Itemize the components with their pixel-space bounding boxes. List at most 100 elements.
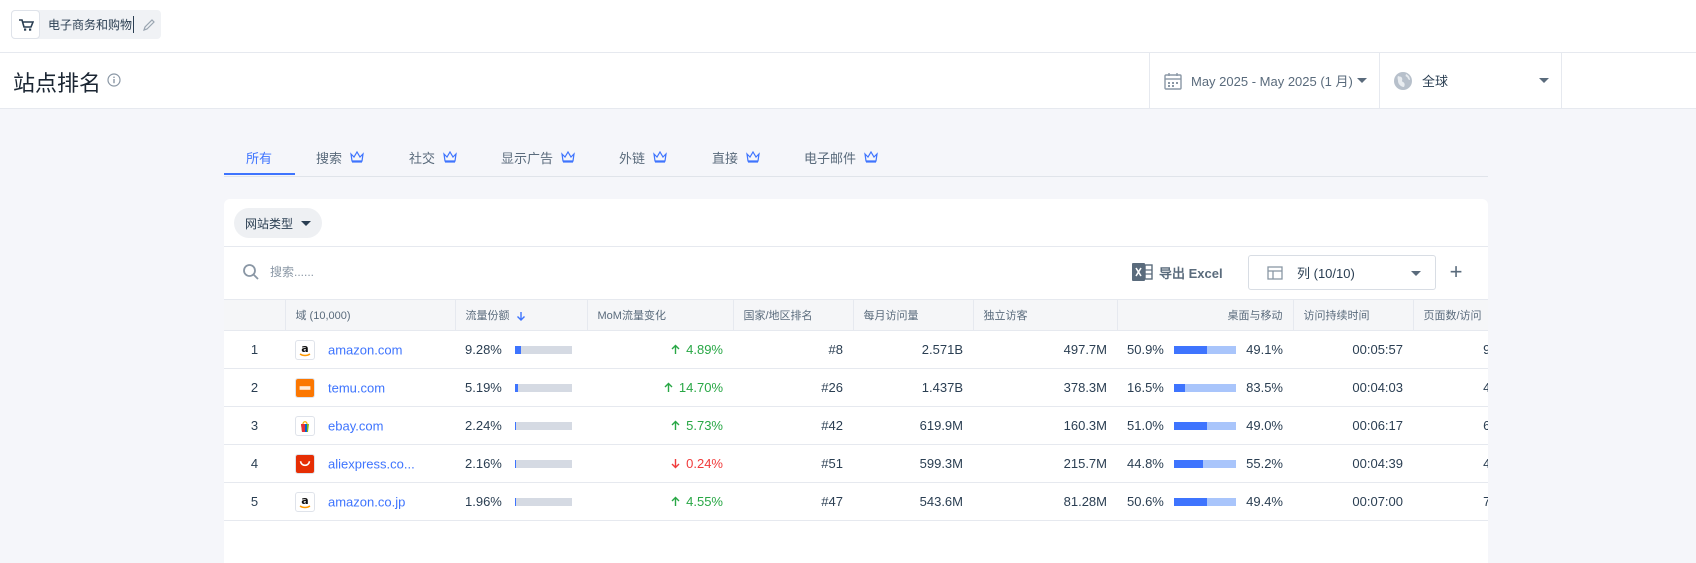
desktop-mobile-bar — [1173, 459, 1237, 468]
columns-icon — [1267, 265, 1283, 280]
traffic-share-value: 1.96% — [465, 494, 502, 509]
col-header-unique-visitors[interactable]: 独立访客 — [973, 299, 1118, 331]
arrow-up-icon — [671, 420, 680, 430]
tab-email[interactable]: 电子邮件 — [804, 138, 878, 176]
desktop-mobile-bar — [1173, 345, 1237, 354]
sort-down-arrow-icon — [516, 311, 525, 321]
tab-referrals[interactable]: 外链 — [619, 138, 667, 176]
mom-change-cell: 4.55% — [587, 482, 733, 521]
arrow-down-icon — [671, 459, 680, 469]
mobile-share-value: 49.0% — [1246, 418, 1283, 433]
domain-link[interactable]: amazon.co.jp — [328, 494, 405, 509]
unique-visitors-cell: 378.3M — [973, 368, 1117, 407]
col-header-mom-change[interactable]: MoM流量变化 — [587, 299, 734, 331]
country-rank-cell: #26 — [733, 368, 853, 407]
traffic-share-value: 2.24% — [465, 418, 502, 433]
domain-link[interactable]: ebay.com — [328, 418, 383, 433]
desktop-bar-segment — [1173, 421, 1207, 430]
traffic-share-bar — [515, 345, 572, 354]
site-type-filter[interactable]: 网站类型 — [234, 208, 323, 238]
rank-cell: 3 — [224, 406, 285, 445]
table-row[interactable]: 1 a amazon.com 9.28% 4.89% #8 2.571B 497.7M 50.9… — [224, 330, 1488, 369]
col-header-desktop-mobile[interactable]: 桌面与移动 — [1117, 299, 1294, 331]
country-rank-cell: #8 — [733, 330, 853, 369]
crown-icon — [746, 151, 760, 163]
calendar-icon — [1164, 72, 1182, 90]
pencil-icon[interactable] — [142, 18, 156, 32]
tab-search[interactable]: 搜索 — [316, 138, 364, 176]
desktop-bar-segment — [1173, 345, 1207, 354]
table-header-row: 域 (10,000) 流量份额 MoM流量变化 国家/地区排名 每月访问量 独立… — [224, 299, 1488, 331]
chevron-down-icon — [1356, 78, 1367, 83]
visit-duration-cell: 00:07:00 — [1293, 482, 1413, 521]
crown-icon — [350, 151, 364, 163]
domain-cell[interactable]: ebay.com — [285, 406, 455, 445]
export-excel-button[interactable]: 导出 Excel — [1131, 259, 1223, 285]
columns-selector[interactable]: 列 (10/10) — [1248, 255, 1436, 290]
desktop-mobile-cell: 44.8% 55.2% — [1117, 444, 1293, 483]
tab-direct[interactable]: 直接 — [712, 138, 760, 176]
col-header-country-rank[interactable]: 国家/地区排名 — [733, 299, 854, 331]
project-name[interactable]: 电子商务和购物 — [48, 16, 135, 33]
filter-row: 网站类型 — [224, 199, 1488, 247]
chevron-down-icon — [1411, 271, 1421, 276]
traffic-share-fill — [515, 459, 516, 468]
monthly-visits-cell: 619.9M — [853, 406, 973, 445]
mom-change-cell: 4.89% — [587, 330, 733, 369]
traffic-share-cell: 1.96% — [455, 482, 587, 521]
domain-link[interactable]: temu.com — [328, 380, 385, 395]
tab-display-ads[interactable]: 显示广告 — [501, 138, 575, 176]
desktop-mobile-cell: 50.9% 49.1% — [1117, 330, 1293, 369]
page-header: 站点排名 May 2025 - May 2025 (1 月) 全球 — [0, 53, 1696, 109]
shopping-cart-icon — [11, 10, 40, 39]
domain-link[interactable]: aliexpress.co... — [328, 456, 415, 471]
desktop-mobile-cell: 16.5% 83.5% — [1117, 368, 1293, 407]
mobile-share-value: 83.5% — [1246, 380, 1283, 395]
monthly-visits-cell: 1.437B — [853, 368, 973, 407]
domain-link[interactable]: amazon.com — [328, 342, 402, 357]
mobile-bar-segment — [1206, 421, 1237, 430]
rank-cell: 2 — [224, 368, 285, 407]
col-header-visit-duration[interactable]: 访问持续时间 — [1293, 299, 1414, 331]
col-header-traffic-share[interactable]: 流量份额 — [455, 299, 588, 331]
unique-visitors-cell: 215.7M — [973, 444, 1117, 483]
search-input[interactable] — [270, 261, 570, 283]
monthly-visits-cell: 599.3M — [853, 444, 973, 483]
crown-icon — [864, 151, 878, 163]
region-picker[interactable]: 全球 — [1379, 53, 1562, 108]
ebay-icon — [295, 415, 315, 436]
svg-text:a: a — [301, 495, 308, 507]
traffic-share-cell: 5.19% — [455, 368, 587, 407]
table-row[interactable]: 5 a amazon.co.jp 1.96% 4.55% #47 543.6M 81.28M 5… — [224, 482, 1488, 521]
country-rank-cell: #47 — [733, 482, 853, 521]
tab-social[interactable]: 社交 — [409, 138, 457, 176]
traffic-share-bar — [515, 459, 572, 468]
domain-cell[interactable]: aliexpress.co... — [285, 444, 455, 483]
unique-visitors-cell: 81.28M — [973, 482, 1117, 521]
col-header-monthly-visits[interactable]: 每月访问量 — [853, 299, 974, 331]
columns-label: 列 (10/10) — [1297, 266, 1355, 281]
mom-change-value: 14.70% — [678, 380, 723, 395]
table-row[interactable]: 4 aliexpress.co... 2.16% 0.24% #51 599.3M 215.… — [224, 444, 1488, 483]
info-icon[interactable] — [107, 73, 121, 87]
tab-all[interactable]: 所有 — [246, 138, 272, 176]
traffic-share-cell: 9.28% — [455, 330, 587, 369]
date-range-picker[interactable]: May 2025 - May 2025 (1 月) — [1149, 53, 1379, 108]
col-header-domain[interactable]: 域 (10,000) — [285, 299, 456, 331]
table-row[interactable]: 2 temu.com 5.19% 14.70% #26 1.437B 378.3M 16.5%… — [224, 368, 1488, 407]
country-rank-cell: #42 — [733, 406, 853, 445]
table-row[interactable]: 3 ebay.com 2.24% 5.73% #42 619.9M 160.3M 51.0% 4… — [224, 406, 1488, 445]
domain-cell[interactable]: a amazon.co.jp — [285, 482, 455, 521]
project-selector[interactable]: 电子商务和购物 — [11, 10, 161, 39]
domain-cell[interactable]: a amazon.com — [285, 330, 455, 369]
desktop-mobile-cell: 50.6% 49.4% — [1117, 482, 1293, 521]
mom-change-cell: 0.24% — [587, 444, 733, 483]
add-column-button[interactable]: + — [1446, 259, 1466, 285]
traffic-share-cell: 2.24% — [455, 406, 587, 445]
excel-icon — [1132, 263, 1153, 281]
col-header-pages-per-visit[interactable]: 页面数/访问 — [1413, 299, 1488, 331]
rank-cell: 5 — [224, 482, 285, 521]
mobile-share-value: 49.1% — [1246, 342, 1283, 357]
desktop-mobile-cell: 51.0% 49.0% — [1117, 406, 1293, 445]
domain-cell[interactable]: temu.com — [285, 368, 455, 407]
